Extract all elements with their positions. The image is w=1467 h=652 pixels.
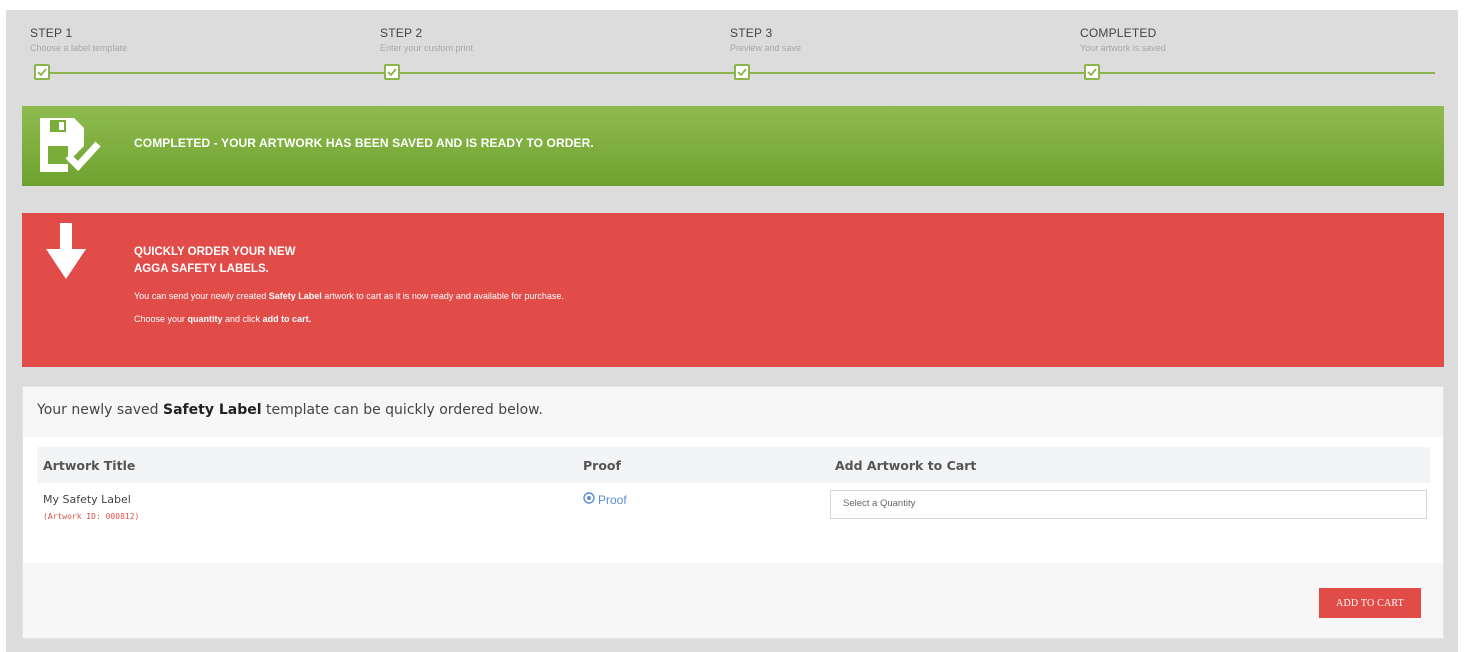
order-panel: Your newly saved Safety Label template c… [22,386,1444,639]
proof-link[interactable]: Proof [583,492,627,507]
check-icon [34,64,50,80]
step-2: STEP 2 Enter your custom print [380,26,680,80]
order-heading-line2: AGGA SAFETY LABELS. [134,263,269,275]
text: and click [222,314,263,324]
artwork-table: Artwork Title Proof Add Artwork to Cart … [23,437,1443,563]
order-instructions: You can send your newly created Safety L… [134,291,564,301]
column-header-artwork-title: Artwork Title [43,458,136,473]
step-subtitle: Choose a label template [30,43,128,53]
quantity-select[interactable]: Select a Quantity [830,490,1427,519]
step-subtitle: Your artwork is saved [1080,43,1166,53]
completed-banner: COMPLETED - YOUR ARTWORK HAS BEEN SAVED … [22,106,1444,186]
panel-intro: Your newly saved Safety Label template c… [37,402,543,418]
step-title: STEP 1 [30,26,73,40]
emphasis: add to cart. [262,314,312,324]
table-header: Artwork Title Proof Add Artwork to Cart [37,447,1430,483]
emphasis: Safety Label [268,291,322,301]
step-title: STEP 3 [730,26,773,40]
check-icon [734,64,750,80]
order-hint: Choose your quantity and click add to ca… [134,314,311,324]
text: You can send your newly created [134,291,269,301]
order-heading-line1: QUICKLY ORDER YOUR NEW [134,246,296,258]
artwork-id: (Artwork ID: 000812) [43,512,140,521]
emphasis: quantity [187,314,223,324]
step-title: COMPLETED [1080,26,1157,40]
step-completed: COMPLETED Your artwork is saved [1080,26,1380,80]
text: Choose your [134,314,188,324]
column-header-proof: Proof [583,458,621,473]
step-subtitle: Preview and save [730,43,802,53]
emphasis: Safety Label [163,402,262,418]
artwork-title: My Safety Label [43,493,131,506]
step-title: STEP 2 [380,26,423,40]
order-heading: QUICKLY ORDER YOUR NEW AGGA SAFETY LABEL… [134,244,295,278]
step-3: STEP 3 Preview and save [730,26,1030,80]
check-icon [384,64,400,80]
completed-message: COMPLETED - YOUR ARTWORK HAS BEEN SAVED … [134,136,594,150]
progress-stepper: STEP 1 Choose a label template STEP 2 En… [30,26,1435,86]
step-subtitle: Enter your custom print [380,43,474,53]
proof-icon [583,492,595,507]
column-header-add-to-cart: Add Artwork to Cart [835,458,977,473]
proof-label: Proof [598,492,627,507]
save-check-icon [38,116,102,174]
step-1: STEP 1 Choose a label template [30,26,330,80]
text: Your newly saved [37,402,164,418]
text: artwork to cart as it is now ready and a… [321,291,564,301]
arrow-down-icon [44,223,88,281]
order-banner: QUICKLY ORDER YOUR NEW AGGA SAFETY LABEL… [22,213,1444,367]
check-icon [1084,64,1100,80]
text: template can be quickly ordered below. [261,402,543,418]
add-to-cart-button[interactable]: ADD TO CART [1319,588,1421,618]
